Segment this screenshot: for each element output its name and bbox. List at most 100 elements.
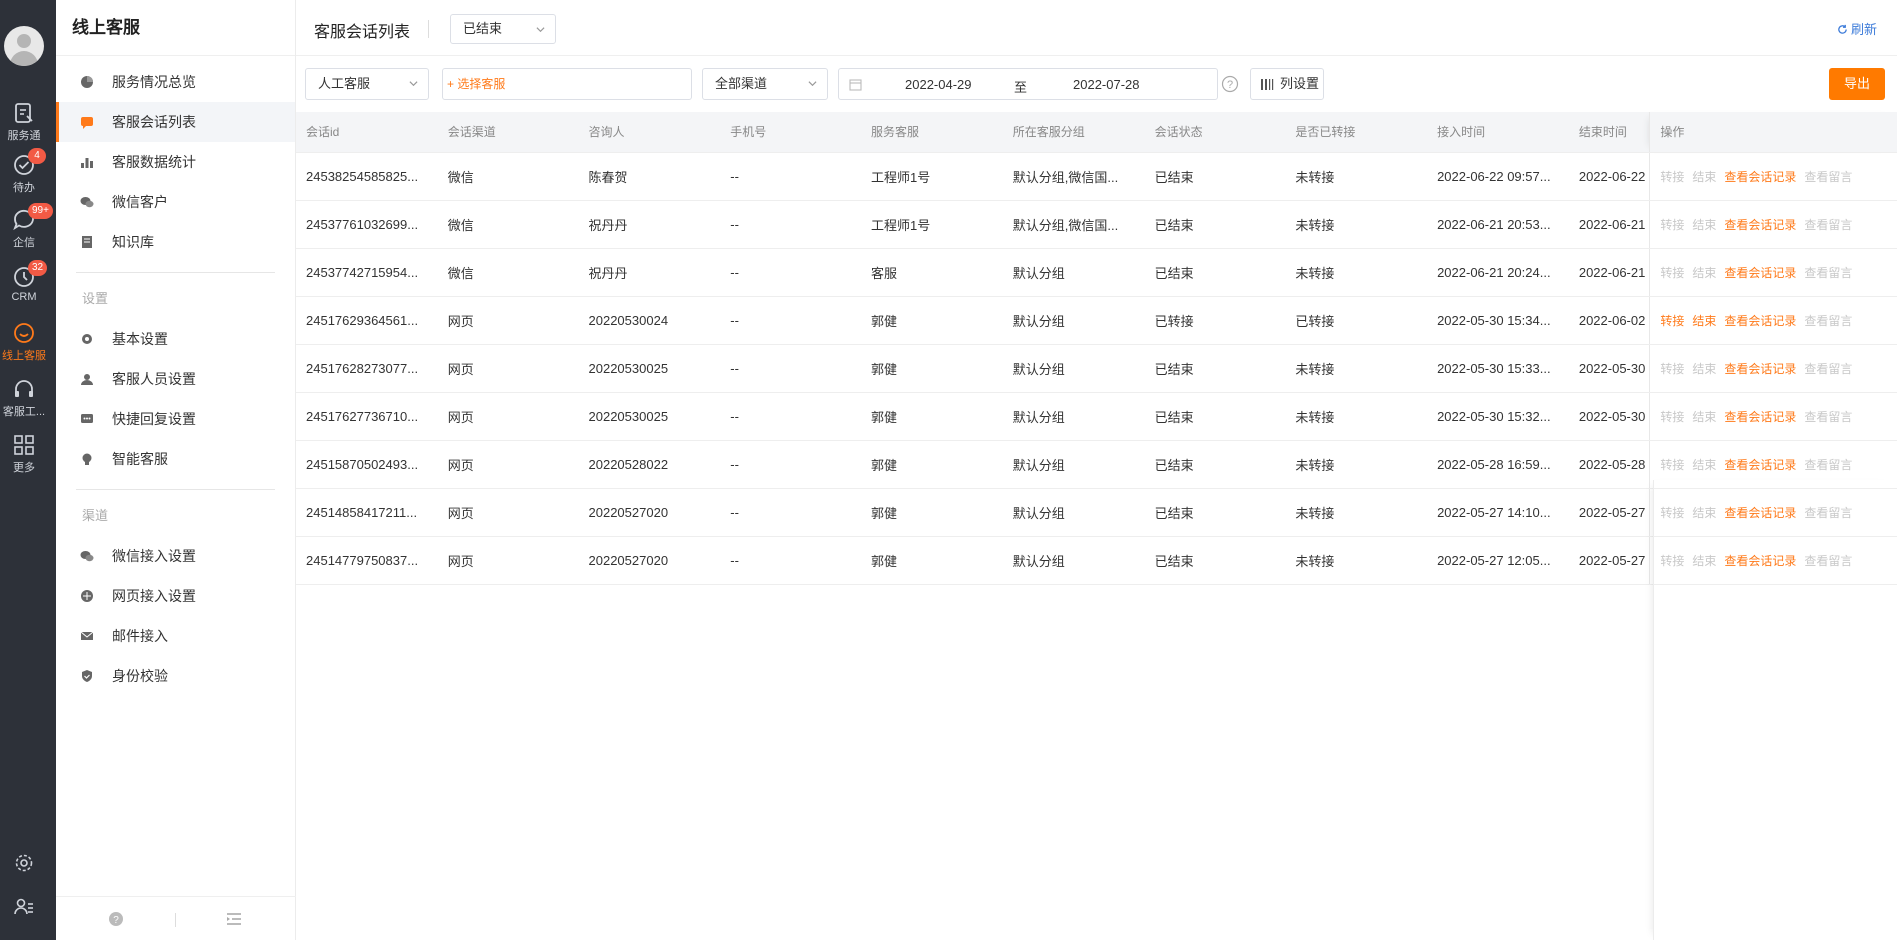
view-record-action[interactable]: 查看会话记录 <box>1724 218 1796 232</box>
cell-consultant: 20220530025 <box>578 392 721 441</box>
cell-group: 默认分组 <box>1002 536 1145 585</box>
divider <box>76 272 275 273</box>
cell-phone: -- <box>720 392 862 441</box>
table-header-row: 会话id 会话渠道 咨询人 手机号 服务客服 所在客服分组 会话状态 是否已转接… <box>296 112 1897 153</box>
wechat-icon <box>80 551 94 562</box>
rail-item-crm[interactable]: CRM 32 <box>0 260 48 312</box>
sidebar-item-staff-settings[interactable]: 客服人员设置 <box>56 359 295 399</box>
sidebar-item-identity-check[interactable]: 身份校验 <box>56 656 295 696</box>
help-icon[interactable]: ? <box>108 911 124 927</box>
table-row[interactable]: 24517627736710... 网页 20220530025 -- 郭健 默认分组 已结… <box>296 392 1897 441</box>
rail-item-online-service[interactable]: 线上客服 <box>0 316 48 368</box>
transfer-action: 转接 <box>1660 361 1685 376</box>
rail-item-todo[interactable]: 待办 4 <box>0 148 48 200</box>
column-settings-button[interactable]: 列设置 <box>1250 68 1324 100</box>
transfer-action: 转接 <box>1660 217 1685 232</box>
table-row[interactable]: 24537742715954... 微信 祝丹丹 -- 客服 默认分组 已结束 未转接 2022… <box>296 248 1897 297</box>
settings-button[interactable] <box>0 852 48 877</box>
refresh-button[interactable]: 刷新 <box>1837 19 1877 38</box>
sidebar-item-session-list[interactable]: 客服会话列表 <box>56 102 295 142</box>
cell-group: 默认分组,微信国... <box>1002 152 1145 201</box>
table-row[interactable]: 24517629364561... 网页 20220530024 -- 郭健 默认分组 已转… <box>296 296 1897 345</box>
sidebar-item-basic-settings[interactable]: 基本设置 <box>56 319 295 359</box>
column-header: 结束时间 <box>1568 112 1650 153</box>
view-record-action[interactable]: 查看会话记录 <box>1724 458 1796 472</box>
rail-label: 待办 <box>13 182 35 194</box>
status-filter-select[interactable]: 已结束 <box>450 14 556 44</box>
rail-label: 服务通 <box>7 130 41 142</box>
divider <box>428 20 429 38</box>
view-record-action[interactable]: 查看会话记录 <box>1724 410 1796 424</box>
rail-item-agent-workbench[interactable]: 客服工... <box>0 372 48 424</box>
sidebar-item-web-access[interactable]: 网页接入设置 <box>56 576 295 616</box>
view-record-action[interactable]: 查看会话记录 <box>1724 170 1796 184</box>
date-start[interactable]: 2022-04-29 <box>905 77 972 92</box>
section-label-channels: 渠道 <box>82 508 109 523</box>
service-type-select[interactable]: 人工客服 <box>305 68 429 100</box>
operations-column-fill <box>1653 480 1897 940</box>
cell-transferred: 已转接 <box>1285 296 1428 345</box>
sidebar-item-label: 微信接入设置 <box>112 548 196 564</box>
sidebar-item-email-access[interactable]: 邮件接入 <box>56 616 295 656</box>
export-button[interactable]: 导出 <box>1829 68 1885 100</box>
divider <box>175 913 176 927</box>
cell-group: 默认分组,微信国... <box>1002 200 1145 249</box>
view-message-action: 查看留言 <box>1804 265 1853 280</box>
sidebar-title: 线上客服 <box>56 0 295 56</box>
collapse-menu-icon[interactable] <box>226 912 242 926</box>
column-header: 咨询人 <box>578 112 721 153</box>
cell-group: 默认分组 <box>1002 440 1145 489</box>
view-record-action[interactable]: 查看会话记录 <box>1724 362 1796 376</box>
help-circle-icon[interactable]: ? <box>1221 75 1239 93</box>
cell-actions: 转接 结束 查看会话记录 查看留言 <box>1649 392 1897 441</box>
sidebar-item-overview[interactable]: 服务情况总览 <box>56 62 295 102</box>
table-row[interactable]: 24517628273077... 网页 20220530025 -- 郭健 默认分组 已结… <box>296 344 1897 393</box>
book-icon <box>82 236 92 248</box>
select-agent-input[interactable]: + 选择客服 <box>442 68 692 100</box>
sidebar-item-knowledge-base[interactable]: 知识库 <box>56 222 295 262</box>
sidebar-item-label: 身份校验 <box>112 668 168 684</box>
sidebar-item-smart-service[interactable]: 智能客服 <box>56 439 295 479</box>
cell-end: 2022-05-27 14: <box>1568 488 1650 537</box>
cell-actions: 转接 结束 查看会话记录 查看留言 <box>1649 248 1897 297</box>
cell-consultant: 20220530025 <box>578 344 721 393</box>
clipboard-icon <box>15 103 33 123</box>
transfer-action: 转接 <box>1660 409 1685 424</box>
channel-select[interactable]: 全部渠道 <box>702 68 828 100</box>
refresh-icon <box>1838 24 1847 34</box>
sidebar-item-statistics[interactable]: 客服数据统计 <box>56 142 295 182</box>
cell-actions: 转接 结束 查看会话记录 查看留言 <box>1649 344 1897 393</box>
cell-phone: -- <box>720 488 862 537</box>
sidebar-item-wechat-access[interactable]: 微信接入设置 <box>56 536 295 576</box>
mail-icon <box>80 631 94 640</box>
sidebar-item-label: 智能客服 <box>112 451 168 467</box>
avatar[interactable] <box>4 26 44 66</box>
table-row[interactable]: 24538254585825... 微信 陈春贺 -- 工程师1号 默认分组,微信国...… <box>296 152 1897 201</box>
notification-badge: 4 <box>28 148 46 164</box>
table-row[interactable]: 24537761032699... 微信 祝丹丹 -- 工程师1号 默认分组,微信国...… <box>296 200 1897 249</box>
cell-phone: -- <box>720 536 862 585</box>
end-action[interactable]: 结束 <box>1692 314 1716 328</box>
calendar-icon <box>849 79 862 91</box>
column-header: 所在客服分组 <box>1002 112 1145 153</box>
notification-badge: 99+ <box>28 203 53 219</box>
date-end[interactable]: 2022-07-28 <box>1073 77 1140 92</box>
rail-item-message[interactable]: 企信 99+ <box>0 203 53 255</box>
view-record-action[interactable]: 查看会话记录 <box>1724 266 1796 280</box>
user-list-button[interactable] <box>0 896 48 921</box>
chat-icon <box>81 117 93 129</box>
cell-id: 24538254585825... <box>296 152 438 201</box>
view-record-action[interactable]: 查看会话记录 <box>1724 314 1796 328</box>
cell-status: 已结束 <box>1144 488 1286 537</box>
cell-agent: 郭健 <box>861 536 1003 585</box>
cell-group: 默认分组 <box>1002 488 1145 537</box>
chevron-down-icon <box>808 81 817 87</box>
rail-item-service[interactable]: 服务通 <box>0 96 48 148</box>
cell-consultant: 20220530024 <box>578 296 721 345</box>
chevron-down-icon <box>409 81 418 87</box>
sidebar-item-quick-reply[interactable]: 快捷回复设置 <box>56 399 295 439</box>
rail-item-more[interactable]: 更多 <box>0 428 48 480</box>
date-range-picker[interactable]: 2022-04-29 至 2022-07-28 <box>838 68 1218 100</box>
transfer-action[interactable]: 转接 <box>1660 314 1684 328</box>
sidebar-item-wechat-customers[interactable]: 微信客户 <box>56 182 295 222</box>
